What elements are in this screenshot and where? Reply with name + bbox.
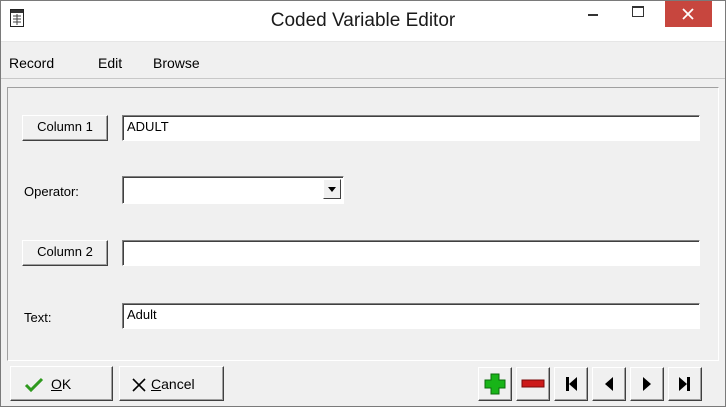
menu-record[interactable]: Record [9, 55, 54, 71]
minimize-button[interactable] [573, 1, 613, 27]
last-record-button[interactable] [668, 367, 702, 401]
ok-button[interactable]: OK [10, 366, 113, 401]
operator-select[interactable] [122, 176, 344, 204]
menu-edit[interactable]: Edit [98, 55, 122, 71]
first-record-icon [566, 377, 577, 391]
first-record-button[interactable] [554, 367, 588, 401]
column-1-button[interactable]: Column 1 [22, 115, 108, 141]
text-label: Text: [24, 310, 52, 325]
add-record-button[interactable] [478, 367, 512, 401]
check-icon [24, 377, 44, 393]
operator-label: Operator: [24, 184, 79, 199]
column-2-button[interactable]: Column 2 [22, 240, 108, 266]
plus-icon [484, 373, 506, 395]
cancel-button[interactable]: Cancel [119, 366, 224, 401]
minus-icon [521, 379, 545, 388]
x-icon [132, 378, 146, 392]
ok-accel: O [51, 376, 62, 392]
close-button[interactable] [665, 1, 712, 27]
close-icon [682, 8, 694, 20]
column-2-field[interactable] [122, 240, 700, 266]
cancel-label: ancel [161, 376, 195, 392]
column-1-field[interactable]: ADULT [122, 115, 700, 141]
menu-browse[interactable]: Browse [153, 55, 200, 71]
maximize-button[interactable] [619, 1, 659, 27]
delete-record-button[interactable] [516, 367, 550, 401]
next-icon [643, 377, 651, 391]
chevron-down-icon[interactable] [323, 179, 341, 199]
coded-variable-editor-window: Coded Variable Editor Record Edit Browse… [0, 0, 726, 407]
text-field[interactable]: Adult [122, 303, 700, 329]
menu-bar: Record Edit Browse [1, 42, 725, 79]
form-panel: Column 1 ADULT Operator: Column 2 Text: … [7, 87, 719, 361]
cancel-accel: C [151, 376, 162, 392]
next-record-button[interactable] [630, 367, 664, 401]
last-record-icon [679, 377, 690, 391]
ok-label: K [61, 376, 72, 392]
previous-icon [605, 377, 613, 391]
title-bar: Coded Variable Editor [1, 1, 725, 42]
previous-record-button[interactable] [592, 367, 626, 401]
window-title: Coded Variable Editor [270, 10, 456, 31]
